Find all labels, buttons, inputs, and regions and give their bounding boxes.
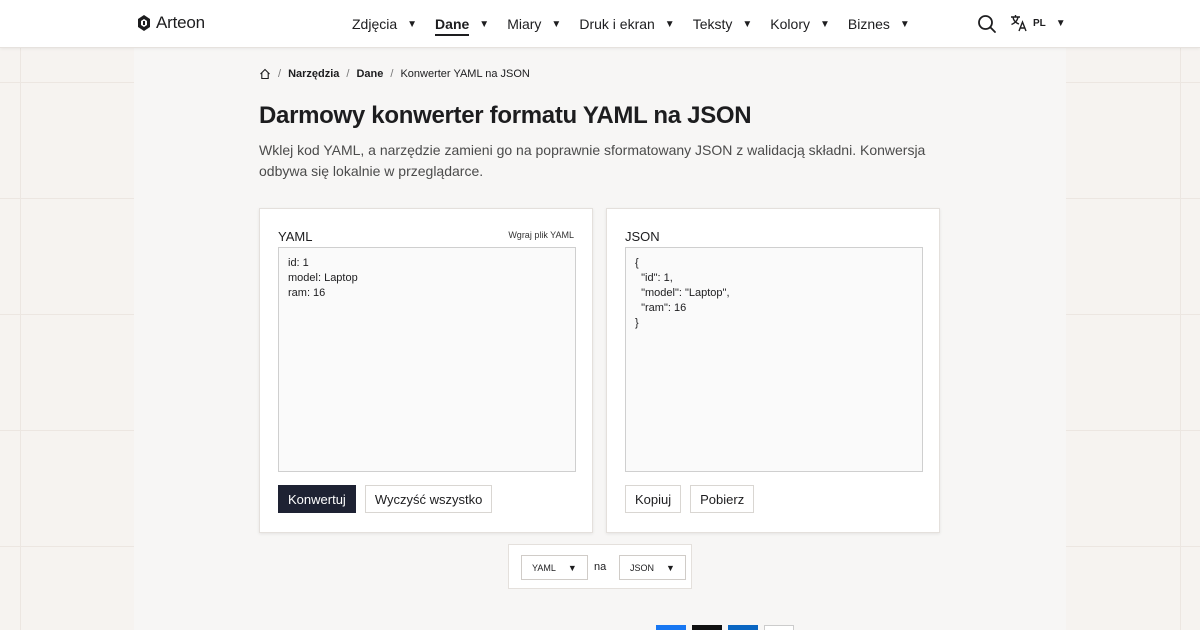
logo-icon — [138, 15, 150, 31]
nav-item-label: Biznes — [847, 16, 890, 32]
nav-item-label: Kolory — [770, 16, 810, 32]
main-content: / Narzędzia / Dane / Konwerter YAML na J… — [134, 48, 1066, 630]
logo[interactable]: Arteon — [136, 13, 205, 33]
chevron-down-icon: ▼ — [1055, 17, 1066, 29]
facebook-share-icon[interactable] — [656, 625, 686, 630]
breadcrumb-separator: / — [346, 68, 350, 80]
nav-item-kolory[interactable]: Kolory ▼ — [770, 12, 830, 36]
nav-item-label: Dane — [435, 12, 470, 36]
nav-item-teksty[interactable]: Teksty ▼ — [693, 12, 753, 36]
copy-link-share-icon[interactable] — [764, 625, 794, 630]
nav-item-label: Miary — [507, 16, 542, 32]
target-format-select[interactable]: JSON ▼ — [619, 555, 686, 580]
page-description: Wklej kod YAML, a narzędzie zamieni go n… — [259, 142, 926, 179]
nav-item-zdjęcia[interactable]: Zdjęcia ▼ — [352, 12, 417, 36]
language-code: PL — [1033, 17, 1046, 29]
chevron-down-icon: ▼ — [899, 18, 910, 30]
chevron-down-icon: ▼ — [742, 18, 753, 30]
nav-item-label: Druk i ekran — [579, 16, 655, 32]
breadcrumb-separator: / — [390, 68, 394, 80]
nav-item-label: Zdjęcia — [352, 16, 398, 32]
chevron-down-icon: ▼ — [407, 18, 418, 30]
yaml-actions: Konwertuj Wyczyść wszystko — [278, 485, 493, 513]
json-output[interactable] — [625, 247, 923, 472]
breadcrumb-separator: / — [278, 68, 282, 80]
search-button[interactable] — [977, 14, 997, 34]
breadcrumb-current: Konwerter YAML na JSON — [400, 68, 530, 80]
chevron-down-icon: ▼ — [819, 18, 830, 30]
yaml-input[interactable] — [278, 247, 576, 472]
home-icon[interactable] — [259, 68, 271, 80]
chevron-down-icon: ▼ — [666, 562, 675, 573]
language-selector[interactable]: PL ▼ — [1010, 14, 1066, 32]
chevron-down-icon: ▼ — [567, 562, 577, 573]
breadcrumb-item-dane[interactable]: Dane — [356, 68, 383, 80]
download-button[interactable]: Pobierz — [690, 485, 755, 513]
upload-yaml-link[interactable]: Wgraj plik YAML — [508, 230, 574, 240]
json-actions: Kopiuj Pobierz — [625, 485, 755, 513]
source-format-value: YAML — [532, 562, 556, 573]
chevron-down-icon: ▼ — [551, 18, 562, 30]
chevron-down-icon: ▼ — [479, 18, 490, 30]
x-share-icon[interactable] — [692, 625, 722, 630]
search-icon — [978, 15, 996, 33]
json-label: JSON — [625, 229, 660, 244]
nav-item-dane[interactable]: Dane ▼ — [435, 12, 489, 36]
json-panel: JSON Kopiuj Pobierz — [606, 208, 940, 533]
yaml-panel: YAML Wgraj plik YAML Konwertuj Wyczyść w… — [259, 208, 593, 533]
main-nav: Zdjęcia ▼ Dane ▼ Miary ▼ Druk i ekran ▼ Teksty ▼ K… — [352, 0, 928, 48]
page-title: Darmowy konwerter formatu YAML na JSON — [259, 102, 752, 129]
brand-name: Arteon — [156, 13, 205, 32]
translate-icon — [1011, 15, 1027, 32]
site-header: Arteon Zdjęcia ▼ Dane ▼ Miary ▼ Druk i ekran ▼ T… — [0, 0, 1200, 48]
nav-item-biznes[interactable]: Biznes ▼ — [848, 12, 910, 36]
target-format-value: JSON — [630, 562, 655, 573]
breadcrumb-item-narzedzia[interactable]: Narzędzia — [288, 68, 339, 80]
linkedin-share-icon[interactable] — [728, 625, 758, 630]
breadcrumb: / Narzędzia / Dane / Konwerter YAML na J… — [259, 68, 530, 80]
share-buttons — [656, 625, 794, 630]
nav-item-miary[interactable]: Miary ▼ — [507, 12, 561, 36]
nav-item-druk-i-ekran[interactable]: Druk i ekran ▼ — [579, 12, 674, 36]
yaml-label: YAML — [278, 229, 313, 244]
clear-all-button[interactable]: Wyczyść wszystko — [364, 485, 493, 513]
chevron-down-icon: ▼ — [664, 18, 675, 30]
nav-item-label: Teksty — [692, 16, 733, 32]
source-format-select[interactable]: YAML ▼ — [521, 555, 588, 580]
convert-button[interactable]: Konwertuj — [278, 485, 356, 513]
format-connector: na — [594, 561, 607, 573]
format-selector: YAML ▼ na JSON ▼ — [508, 544, 692, 589]
copy-button[interactable]: Kopiuj — [625, 485, 682, 513]
